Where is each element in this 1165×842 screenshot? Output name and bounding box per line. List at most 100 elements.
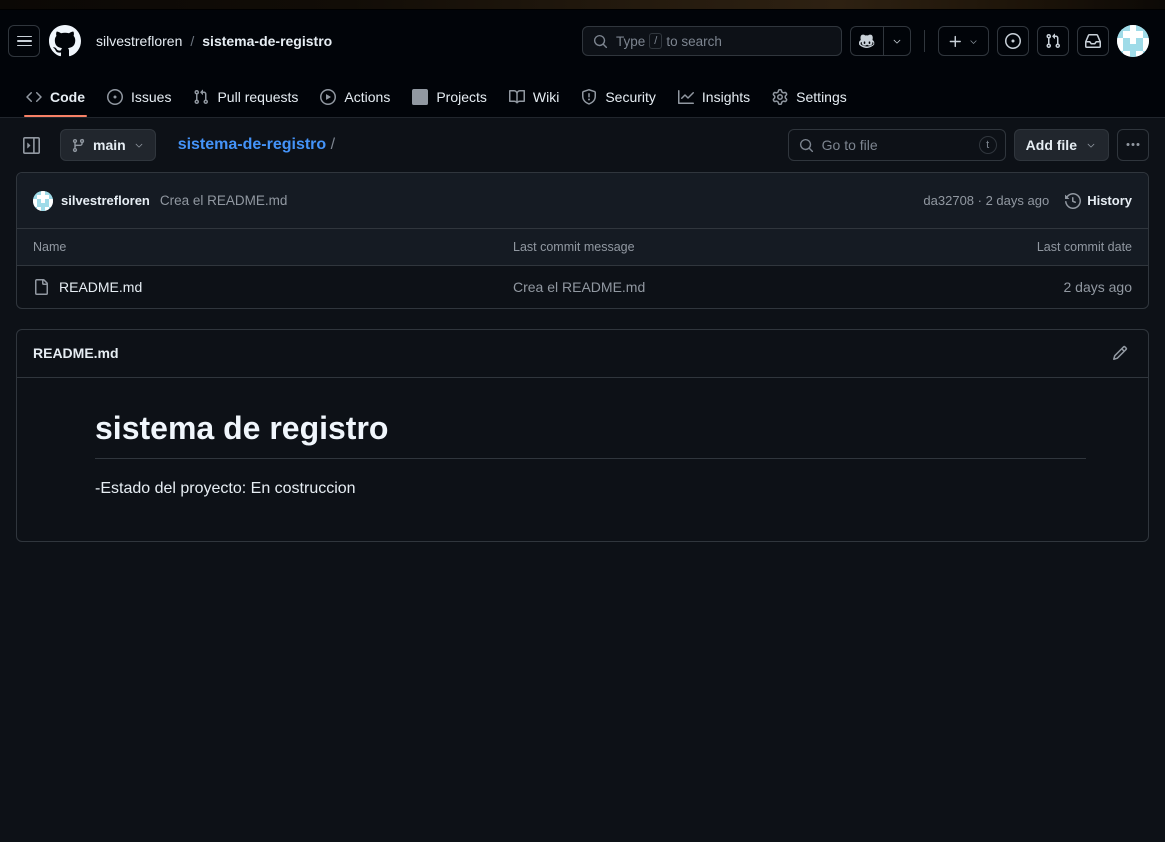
column-header-last-commit-date: Last commit date [918,229,1148,266]
chevron-down-icon [893,39,901,44]
branch-selector-button[interactable]: main [60,129,156,161]
breadcrumb-separator: / [190,33,195,49]
browser-chrome-strip [0,0,1165,10]
play-icon [320,89,337,105]
latest-commit-bar: silvestrefloren Crea el README.md da3270… [17,173,1148,229]
github-logo-icon[interactable] [48,24,82,58]
tab-insights[interactable]: Insights [668,83,760,117]
avatar-identicon [33,190,53,211]
book-icon [508,89,525,104]
chevron-down-icon [970,39,977,44]
avatar-identicon [1117,25,1149,57]
tab-projects-label: Projects [436,89,487,105]
file-row-commit-message[interactable]: Crea el README.md [497,266,918,308]
table-row[interactable]: README.md Crea el README.md 2 days ago [17,266,1148,308]
repository-navigation: Code Issues Pull requests Actions Projec… [0,72,1165,118]
table-icon [412,89,429,105]
copilot-icon[interactable] [850,26,883,56]
tab-actions[interactable]: Actions [310,83,400,117]
copilot-dropdown-caret[interactable] [883,26,911,56]
issue-opened-icon [107,89,123,105]
add-file-button[interactable]: Add file [1013,129,1109,161]
tab-insights-label: Insights [701,89,751,105]
commit-author-name[interactable]: silvestrefloren [61,193,150,208]
more-options-button[interactable] [1117,129,1149,161]
hamburger-menu-icon[interactable] [8,25,40,57]
git-pull-request-icon [194,89,209,105]
tab-wiki-label: Wiki [532,89,560,105]
history-label: History [1087,193,1132,208]
readme-panel: README.md sistema de registro -Estado de… [16,328,1149,542]
notifications-inbox-button[interactable] [1077,26,1109,56]
go-to-file-input[interactable]: Go to file t [787,129,1006,161]
create-new-button[interactable] [938,26,989,56]
file-table: Name Last commit message Last commit dat… [17,229,1148,308]
chevron-down-icon [1087,143,1095,148]
file-table-body: README.md Crea el README.md 2 days ago [17,266,1148,308]
commit-meta-group: da32708 · 2 days ago History [923,192,1132,209]
file-table-header-row: Name Last commit message Last commit dat… [17,229,1148,266]
commit-sha-and-time[interactable]: da32708 · 2 days ago [923,193,1049,208]
header-divider [924,30,925,52]
your-pull-requests-button[interactable] [1037,26,1069,56]
inbox-icon [1085,34,1101,48]
column-header-name: Name [17,229,497,266]
git-branch-icon [72,138,85,152]
search-slash-key: / [649,33,663,49]
readme-paragraph: -Estado del proyecto: En costruccion [95,479,356,497]
tab-wiki[interactable]: Wiki [499,83,569,117]
gear-icon [772,89,788,105]
tab-settings-label: Settings [796,89,847,105]
file-navigation-actions: Go to file t Add file [787,129,1149,161]
sidebar-expand-icon[interactable] [16,130,46,160]
tab-code[interactable]: Code [16,83,95,117]
tab-security[interactable]: Security [571,83,666,117]
breadcrumb: silvestrefloren / sistema-de-registro [96,33,332,49]
branch-name: main [93,137,126,153]
file-row-name-cell: README.md [17,266,497,308]
kebab-horizontal-icon [1126,143,1140,146]
git-pull-request-icon [1046,33,1061,49]
search-placeholder-before: Type [616,33,646,49]
file-path-repo-link[interactable]: sistema-de-registro [178,136,327,153]
search-icon [799,138,813,152]
file-table-head: Name Last commit message Last commit dat… [17,229,1148,266]
search-input[interactable]: Type / to search [582,26,842,56]
commit-message[interactable]: Crea el README.md [160,193,288,208]
copilot-button-group [850,26,911,56]
file-name-wrapper: README.md [33,278,481,295]
plus-icon [949,35,961,47]
tab-settings[interactable]: Settings [762,83,857,117]
file-navigation-bar: main sistema-de-registro / Go to file t … [16,118,1149,172]
your-issues-button[interactable] [997,26,1029,56]
pencil-icon [1112,345,1128,361]
tab-pull-requests-label: Pull requests [217,89,299,105]
go-to-file-placeholder: Go to file [821,137,878,153]
tab-projects[interactable]: Projects [402,83,497,117]
readme-header: README.md [17,330,1148,378]
readme-title: README.md [33,345,119,361]
tab-issues[interactable]: Issues [97,83,181,117]
readme-edit-button[interactable] [1108,341,1132,365]
add-file-label: Add file [1025,137,1077,153]
column-header-last-commit-message: Last commit message [497,229,918,266]
readme-content: sistema de registro -Estado del proyecto… [17,378,1148,541]
main-content: main sistema-de-registro / Go to file t … [0,118,1165,542]
user-avatar[interactable] [1117,25,1149,57]
header-actions: Type / to search [582,25,1149,57]
breadcrumb-repo[interactable]: sistema-de-registro [202,33,332,49]
tab-pull-requests[interactable]: Pull requests [183,83,308,117]
tab-code-label: Code [50,89,85,105]
commit-history-link[interactable]: History [1065,192,1132,209]
breadcrumb-owner[interactable]: silvestrefloren [96,33,182,49]
graph-icon [677,90,694,104]
file-path-slash: / [330,136,336,153]
file-path-breadcrumb: sistema-de-registro / [178,136,335,154]
commit-author-avatar[interactable] [33,190,53,211]
chevron-down-icon [135,143,143,148]
tab-actions-label: Actions [344,89,391,105]
go-to-file-shortcut-key: t [978,136,997,154]
history-icon [1065,192,1082,209]
shield-icon [582,89,597,105]
file-link-readme[interactable]: README.md [59,279,142,295]
